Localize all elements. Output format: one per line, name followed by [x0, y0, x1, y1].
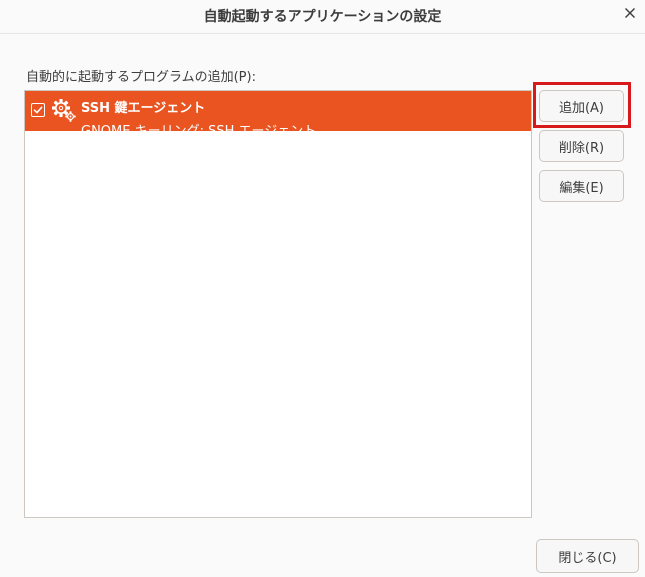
close-icon	[625, 8, 635, 18]
enable-checkbox[interactable]	[31, 103, 45, 117]
gears-icon	[52, 99, 76, 122]
title-bar: 自動起動するアプリケーションの設定	[0, 0, 645, 34]
window-title: 自動起動するアプリケーションの設定	[203, 9, 442, 25]
program-description: GNOME キーリング: SSH エージェント	[81, 120, 316, 131]
window-close-button[interactable]	[621, 4, 639, 22]
startup-program-list[interactable]: SSH 鍵エージェント GNOME キーリング: SSH エージェント	[24, 90, 532, 518]
edit-button[interactable]: 編集(E)	[539, 170, 624, 202]
list-item-ssh-agent[interactable]: SSH 鍵エージェント GNOME キーリング: SSH エージェント	[25, 91, 531, 131]
close-button[interactable]: 閉じる(C)	[536, 539, 639, 573]
checkmark-icon	[33, 106, 43, 114]
program-name: SSH 鍵エージェント	[81, 101, 206, 116]
program-list-label: 自動的に起動するプログラムの追加(P):	[26, 70, 256, 85]
remove-button[interactable]: 削除(R)	[539, 130, 624, 162]
highlight-annotation	[533, 82, 631, 128]
